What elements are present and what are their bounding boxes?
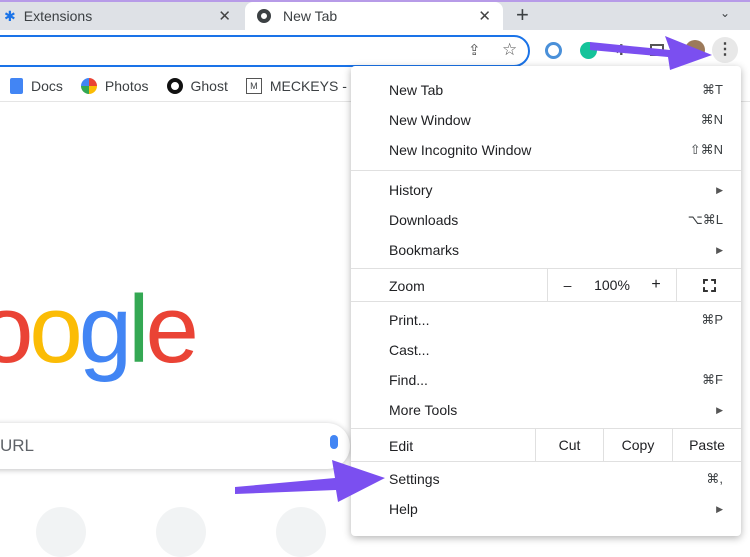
- arrow-annotation-settings: [235, 460, 385, 502]
- arrow-annotation-menu: [590, 36, 712, 70]
- annotation-arrows: [235, 36, 712, 502]
